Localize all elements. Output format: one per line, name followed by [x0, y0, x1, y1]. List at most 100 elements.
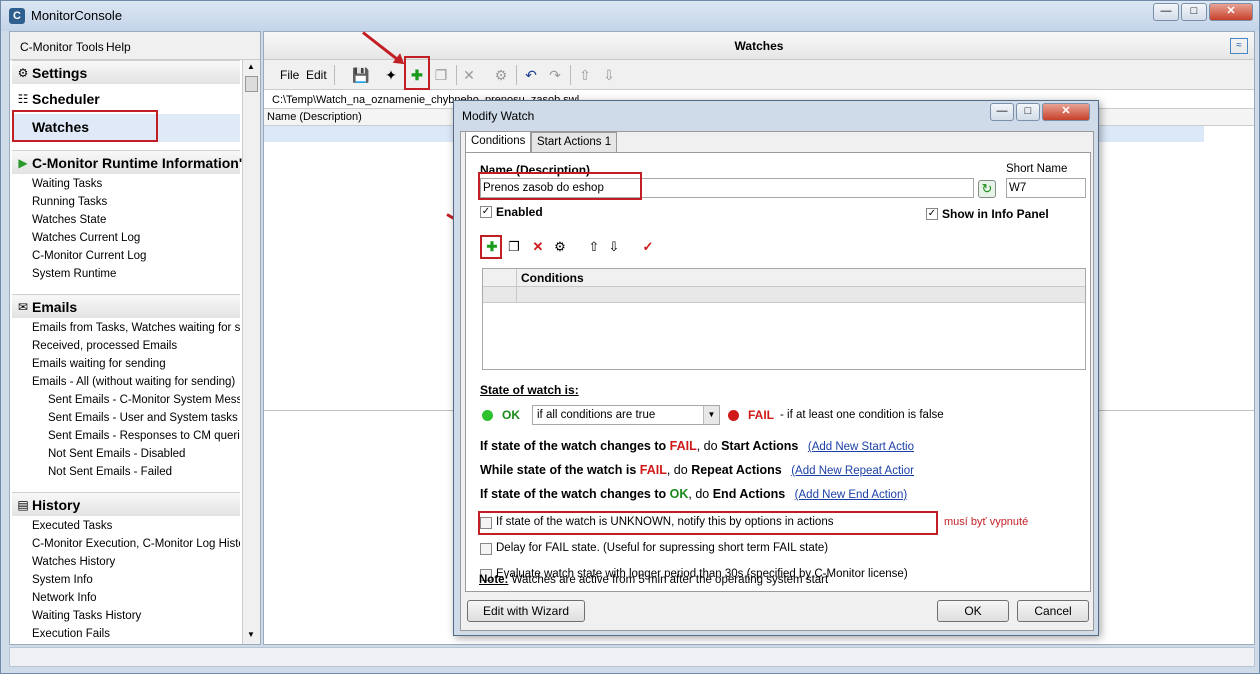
delete-condition-icon[interactable]: ✕: [530, 239, 546, 255]
nav-settings[interactable]: ⚙ Settings: [12, 60, 240, 84]
dialog-close-button[interactable]: ✕: [1042, 103, 1090, 121]
show-info-checkbox[interactable]: ✓: [926, 208, 938, 220]
navigation-pane: C-Monitor Tools Help ⚙ Settings ☷ Schedu…: [9, 31, 261, 645]
tab-start-actions[interactable]: Start Actions 1: [531, 132, 618, 152]
delete-icon[interactable]: ✕: [458, 64, 480, 86]
copy-icon[interactable]: ❐: [430, 64, 452, 86]
minimize-button[interactable]: —: [1153, 3, 1179, 21]
highlight-box-add: [404, 56, 430, 90]
save-icon[interactable]: 💾: [350, 64, 372, 86]
menu-file[interactable]: File: [280, 68, 299, 82]
undo-icon[interactable]: ↶: [520, 64, 542, 86]
nav-item[interactable]: Network Info: [32, 592, 240, 604]
toolbar-separator: [516, 65, 517, 85]
nav-item[interactable]: Emails from Tasks, Watches waiting for s…: [32, 322, 240, 334]
status-bar: [9, 647, 1255, 667]
nav-history[interactable]: ▤ History: [12, 492, 240, 516]
dialog-title: Modify Watch: [462, 109, 535, 123]
nav-item[interactable]: Watches History: [32, 556, 240, 568]
move-up-icon[interactable]: ⇧: [586, 239, 602, 255]
nav-item[interactable]: Not Sent Emails - Failed: [48, 466, 240, 478]
envelope-icon: ✉: [17, 300, 29, 314]
dialog-maximize-button[interactable]: □: [1016, 103, 1040, 121]
ok-button[interactable]: OK: [937, 600, 1009, 622]
nav-item[interactable]: System Info: [32, 574, 240, 586]
conditions-grid-header: Conditions: [483, 269, 1085, 287]
close-button[interactable]: ✕: [1209, 3, 1253, 21]
nav-item[interactable]: Execution Fails: [32, 628, 240, 640]
nav-scheduler[interactable]: ☷ Scheduler: [12, 87, 240, 111]
history-icon: ▤: [17, 498, 29, 512]
nav-item[interactable]: Watches Current Log: [32, 232, 240, 244]
nav-item[interactable]: C-Monitor Current Log: [32, 250, 240, 262]
delay-fail-label: Delay for FAIL state. (Useful for supres…: [496, 542, 829, 554]
highlight-box-unknown: [478, 511, 938, 535]
tab-conditions[interactable]: Conditions: [465, 131, 532, 153]
conditions-panel: Name (Description) Prenos zasob do eshop…: [465, 152, 1091, 592]
menu-tools[interactable]: C-Monitor Tools: [20, 40, 104, 54]
app-icon: C: [9, 8, 25, 24]
add-end-action-link[interactable]: (Add New End Action): [795, 489, 908, 501]
table-row[interactable]: [483, 287, 1085, 303]
toolbar-separator: [570, 65, 571, 85]
scroll-up-icon[interactable]: ▲: [247, 62, 255, 71]
repeat-actions-line: While state of the watch is FAIL, do Rep…: [480, 463, 914, 477]
highlight-box-add-condition: [480, 235, 502, 259]
nav-runtime[interactable]: ▶ C-Monitor Runtime Information': [12, 150, 242, 174]
redo-icon[interactable]: ↷: [544, 64, 566, 86]
nav-emails[interactable]: ✉ Emails: [12, 294, 240, 318]
cancel-button[interactable]: Cancel: [1017, 600, 1089, 622]
play-icon: ▶: [18, 156, 28, 170]
add-start-action-link[interactable]: (Add New Start Actio: [808, 441, 914, 453]
conditions-column-header: Conditions: [521, 271, 584, 285]
condition-mode-select[interactable]: if all conditions are true ▼: [532, 405, 720, 425]
nav-item[interactable]: Sent Emails - C-Monitor System Message: [48, 394, 240, 406]
nav-item[interactable]: Sent Emails - User and System tasks Res: [48, 412, 240, 424]
nav-scrollbar[interactable]: ▲ ▼: [242, 60, 260, 644]
move-down-icon[interactable]: ⇩: [606, 239, 622, 255]
annotation-note: musí byť vypnuté: [944, 516, 1029, 528]
highlight-box-name: [478, 172, 642, 200]
dialog-minimize-button[interactable]: —: [990, 103, 1014, 121]
dialog-body: Conditions Start Actions 1 Name (Descrip…: [460, 131, 1094, 631]
menu-help[interactable]: Help: [106, 40, 131, 54]
settings-icon[interactable]: ⚙: [490, 64, 512, 86]
window-title: MonitorConsole: [31, 8, 123, 23]
scrollbar-thumb[interactable]: [245, 76, 258, 92]
nav-item[interactable]: Executed Tasks: [32, 520, 240, 532]
settings-condition-icon[interactable]: ⚙: [552, 239, 568, 255]
fail-label: FAIL: [748, 408, 774, 422]
nav-item[interactable]: Not Sent Emails - Disabled: [48, 448, 240, 460]
calendar-icon: ☷: [17, 92, 29, 106]
short-name-input[interactable]: W7: [1006, 178, 1086, 198]
nav-item[interactable]: Received, processed Emails: [32, 340, 240, 352]
scroll-down-icon[interactable]: ▼: [247, 630, 255, 639]
ok-status-icon: [482, 410, 493, 421]
main-window: C MonitorConsole — □ ✕ C-Monitor Tools H…: [0, 0, 1260, 674]
copy-condition-icon[interactable]: ❐: [506, 239, 522, 255]
delay-fail-checkbox[interactable]: [480, 543, 492, 555]
maximize-button[interactable]: □: [1181, 3, 1207, 21]
edit-with-wizard-button[interactable]: Edit with Wizard: [467, 600, 585, 622]
state-label: State of watch is:: [480, 383, 579, 397]
highlight-box-watches: [12, 110, 158, 142]
nav-item[interactable]: Watches State: [32, 214, 240, 226]
nav-item[interactable]: System Runtime: [32, 268, 240, 280]
nav-item[interactable]: Emails - All (without waiting for sendin…: [32, 376, 240, 388]
title-bar: C MonitorConsole — □ ✕: [1, 1, 1259, 31]
nav-item[interactable]: C-Monitor Execution, C-Monitor Log Histo…: [32, 538, 240, 550]
enabled-label: Enabled: [496, 205, 543, 219]
nav-item[interactable]: Sent Emails - Responses to CM queries: [48, 430, 240, 442]
menu-edit[interactable]: Edit: [306, 68, 327, 82]
check-icon[interactable]: ✓: [640, 239, 656, 255]
move-up-icon[interactable]: ⇧: [574, 64, 596, 86]
nav-item[interactable]: Waiting Tasks History: [32, 610, 240, 622]
move-down-icon[interactable]: ⇩: [598, 64, 620, 86]
add-repeat-action-link[interactable]: (Add New Repeat Actior: [791, 465, 914, 477]
enabled-checkbox[interactable]: ✓: [480, 206, 492, 218]
nav-item[interactable]: Running Tasks: [32, 196, 240, 208]
column-header-name[interactable]: Name (Description): [267, 111, 362, 123]
refresh-icon[interactable]: ↻: [978, 180, 996, 198]
nav-item[interactable]: Waiting Tasks: [32, 178, 240, 190]
nav-item[interactable]: Emails waiting for sending: [32, 358, 240, 370]
